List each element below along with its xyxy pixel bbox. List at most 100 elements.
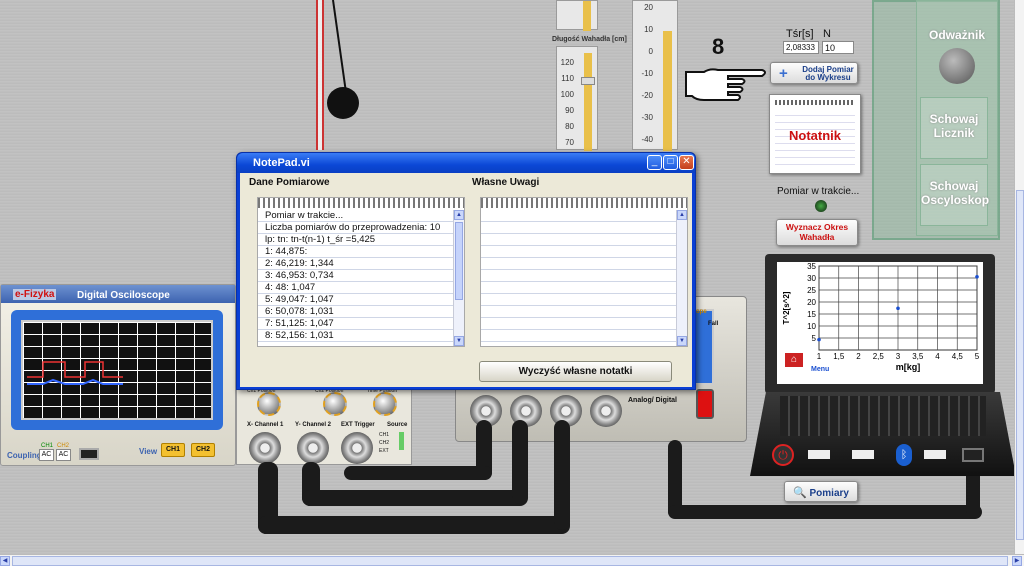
pomiary-button[interactable]: 🔍 Pomiary [784, 481, 858, 502]
pendulum-bob [327, 87, 359, 119]
vertical-scale[interactable]: 20 10 0 -10 -20 -30 -40 [632, 0, 678, 151]
v-scroll-thumb[interactable] [1016, 190, 1024, 540]
osc-title: Digital Osciloscope [77, 290, 170, 301]
cable-2 [258, 516, 570, 534]
n-value[interactable]: 10 [822, 41, 854, 54]
n-label: N [823, 28, 831, 40]
data-line: 3: 46,953: 0,734 [258, 270, 454, 282]
y-tick-label: 5 [812, 334, 817, 343]
h-scroll-thumb[interactable] [12, 556, 1008, 566]
determine-period-button[interactable]: Wyznacz Okres Wahadła [776, 219, 858, 246]
laptop-lid: 1 1,5 2 2,5 3 3,5 4 4,5 5 35 30 25 20 15 10 5 T^2[s^2] m[… [765, 254, 995, 394]
notatnik-button[interactable]: Notatnik [769, 94, 861, 174]
power-switch[interactable] [696, 389, 714, 419]
scroll-up-arrow[interactable]: ▲ [454, 210, 464, 220]
y-tick-label: 25 [807, 286, 816, 295]
hide-counter-button[interactable]: Schowaj Licznik [920, 97, 988, 159]
notepad-body: Dane Pomiarowe Własne Uwagi Pomiar w tra… [240, 173, 692, 387]
coupling-label: Coupling [7, 451, 42, 460]
length-scale-top [556, 0, 598, 31]
data-point [896, 306, 900, 311]
channel-panel: Ch1 Position Ch2 Position Time Position … [236, 385, 412, 465]
cable-8 [512, 420, 528, 504]
vscale-tick: 10 [644, 25, 653, 34]
length-tick: 90 [565, 106, 574, 115]
source-switch[interactable] [399, 432, 404, 450]
laptop-power-icon[interactable]: ⏻ [772, 444, 794, 466]
x-tick-label: 2 [856, 352, 861, 361]
source-ch2: CH2 [379, 440, 390, 446]
hide-oscilloscope-button[interactable]: Schowaj Oscyloskop [920, 164, 989, 226]
pendulum-string [316, 0, 324, 150]
usb-port [852, 450, 874, 459]
scroll-thumb[interactable] [455, 222, 463, 300]
data-scrollbar[interactable]: ▲ ▼ [453, 210, 464, 346]
data-line: 4: 48: 1,047 [258, 282, 454, 294]
weight-button[interactable]: Odważnik [922, 28, 992, 90]
coupling-ch2-button[interactable]: AC [56, 449, 71, 461]
notes-scrollbar[interactable]: ▲ ▼ [676, 210, 687, 346]
horizontal-scrollbar[interactable]: ◀ ▶ [0, 554, 1024, 566]
minimize-button[interactable]: _ [647, 155, 662, 170]
y-channel-connector[interactable] [297, 432, 329, 464]
step-number: 8 [712, 34, 725, 59]
data-point [817, 337, 821, 342]
source-label: Source [387, 422, 408, 428]
scroll-down-arrow[interactable]: ▼ [677, 336, 687, 346]
scroll-down-arrow[interactable]: ▼ [454, 336, 464, 346]
pointing-hand-icon [685, 68, 766, 101]
measurement-data-area[interactable]: Pomiar w trakcie... Liczba pomiarów do p… [257, 197, 465, 347]
ch2-position-knob[interactable] [323, 392, 347, 416]
notebook-rings [481, 198, 687, 208]
data-line: Liczba pomiarów do przeprowadzenia: 10 [258, 222, 454, 234]
y-tick-label: 35 [807, 262, 816, 271]
time-position-knob[interactable] [373, 392, 397, 416]
data-line: 1: 44,875: [258, 246, 454, 258]
scroll-right-arrow[interactable]: ▶ [1012, 556, 1022, 566]
cable-7 [554, 420, 570, 530]
y-axis-label: T^2[s^2] [782, 291, 791, 324]
ext-trigger-connector[interactable] [341, 432, 373, 464]
x-channel-connector[interactable] [249, 432, 281, 464]
pendulum-length-scale[interactable]: 120 110 100 90 80 70 [556, 46, 598, 151]
vertical-scrollbar[interactable] [1014, 0, 1024, 554]
generator-connector-4[interactable] [590, 395, 622, 427]
osc-waveform [27, 361, 123, 385]
scroll-left-arrow[interactable]: ◀ [0, 556, 10, 566]
own-notes-area[interactable]: ▲ ▼ [480, 197, 688, 347]
home-icon[interactable]: ⌂ [784, 352, 804, 368]
data-point [975, 275, 979, 279]
source-ch1: CH1 [379, 432, 390, 438]
add-measurement-button[interactable]: + Dodaj Pomiar do Wykresu [770, 62, 858, 84]
vscale-tick: -40 [641, 135, 653, 144]
add-measurement-label: Dodaj Pomiar do Wykresu [802, 65, 854, 82]
data-line: 8: 52,156: 1,031 [258, 330, 454, 342]
pendulum-length-label: Długość Wahadła [cm] [552, 36, 627, 43]
close-button[interactable]: ✕ [679, 155, 694, 170]
scroll-up-arrow[interactable]: ▲ [677, 210, 687, 220]
view-label: View [139, 447, 158, 456]
tsr-label: Tśr[s] [786, 28, 814, 40]
length-tick: 110 [561, 74, 574, 83]
usb-port [808, 450, 830, 459]
pendulum-wire [332, 0, 347, 92]
clear-notes-button[interactable]: Wyczyść własne notatki [479, 361, 672, 382]
data-line: 2: 46,219: 1,344 [258, 258, 454, 270]
length-tick: 80 [565, 122, 574, 131]
x-tick-label: 3,5 [912, 352, 924, 361]
data-line: lp: tn: tn-t(n-1) t_śr =5,425 [258, 234, 454, 246]
vscale-tick: -20 [641, 91, 653, 100]
view-ch1-button[interactable]: CH1 [161, 443, 185, 457]
maximize-button[interactable]: □ [663, 155, 678, 170]
coupling-ch1-button[interactable]: AC [39, 449, 54, 461]
ext-trigger-label: EXT Trigger [341, 422, 375, 428]
x-tick-label: 4 [935, 352, 940, 361]
usb-port [924, 450, 946, 459]
ch1-position-knob[interactable] [257, 392, 281, 416]
notepad-titlebar[interactable]: NotePad.vi [237, 153, 695, 173]
x-tick-label: 1,5 [833, 352, 845, 361]
x-tick-label: 5 [975, 352, 980, 361]
x-axis-label: m[kg] [896, 362, 921, 372]
view-ch2-button[interactable]: CH2 [191, 443, 215, 457]
laptop-screen: 1 1,5 2 2,5 3 3,5 4 4,5 5 35 30 25 20 15 10 5 T^2[s^2] m[… [777, 262, 983, 384]
